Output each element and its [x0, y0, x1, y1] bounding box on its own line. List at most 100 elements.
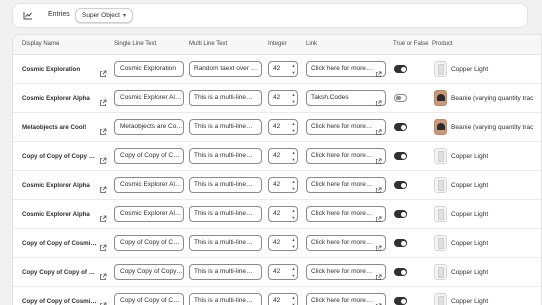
stepper-up-icon[interactable]: ▲ [292, 295, 296, 300]
display-name-cell[interactable]: Copy of Copy of Cosmic E… [22, 240, 98, 247]
column-header-integer[interactable]: Integer [268, 41, 287, 47]
single-line-text-field[interactable]: Cosmic Explorer Alpha [114, 177, 184, 193]
open-link-icon[interactable] [375, 181, 382, 194]
single-line-text-field[interactable]: Metaobjects are Cool! [114, 119, 184, 135]
single-line-text-field[interactable]: Copy of Copy of Copy o [114, 148, 184, 164]
stepper-up-icon[interactable]: ▲ [292, 63, 296, 68]
product-thumbnail[interactable] [434, 119, 447, 135]
multi-line-text-field[interactable]: This is a multi-line… [189, 206, 262, 222]
display-name-cell[interactable]: Copy of Copy of Cosmic E… [22, 298, 98, 305]
stepper-down-icon[interactable]: ▼ [292, 244, 296, 249]
link-field[interactable]: Click here for more i… [306, 293, 386, 305]
stepper-up-icon[interactable]: ▲ [292, 208, 296, 213]
link-field[interactable]: Click here for more i… [306, 148, 386, 164]
single-line-text-field[interactable]: Cosmic Exploration [114, 61, 184, 77]
open-entry-icon[interactable] [99, 94, 107, 106]
product-thumbnail[interactable] [434, 235, 447, 251]
link-field[interactable]: Click here for more i… [306, 61, 386, 77]
true-false-toggle[interactable] [394, 297, 407, 305]
open-link-icon[interactable] [375, 268, 382, 281]
column-header-single-line-text[interactable]: Single Line Text [114, 41, 156, 47]
stepper-down-icon[interactable]: ▼ [292, 186, 296, 191]
integer-stepper[interactable]: ▲ ▼ [291, 237, 296, 249]
column-header-product[interactable]: Product [432, 41, 453, 47]
product-name[interactable]: Copper Light [451, 66, 488, 73]
open-entry-icon[interactable] [99, 181, 107, 193]
multi-line-text-field[interactable]: This is a multi-line… [189, 235, 262, 251]
product-name[interactable]: Beanie (varying quantity trac [451, 124, 533, 131]
display-name-cell[interactable]: Cosmic Explorer Alpha [22, 211, 98, 218]
object-type-dropdown[interactable]: Super Object ▾ [75, 8, 133, 23]
single-line-text-field[interactable]: Cosmic Explorer Alpha [114, 206, 184, 222]
true-false-toggle[interactable] [394, 210, 407, 218]
column-header-multi-line-text[interactable]: Multi Line Text [189, 41, 227, 47]
display-name-cell[interactable]: Copy Copy of Copy of Cos… [22, 269, 98, 276]
table-row[interactable]: Cosmic Explorer Alpha Cosmic Explorer Alp… [13, 171, 541, 200]
link-field[interactable]: Click here for more i… [306, 177, 386, 193]
stepper-down-icon[interactable]: ▼ [292, 99, 296, 104]
true-false-toggle[interactable] [394, 268, 407, 276]
true-false-toggle[interactable] [394, 239, 407, 247]
single-line-text-field[interactable]: Copy Copy of Copy of [114, 264, 184, 280]
display-name-cell[interactable]: Cosmic Explorer Alpha [22, 95, 98, 102]
single-line-text-field[interactable]: Copy of Copy of Cosm [114, 293, 184, 305]
open-link-icon[interactable] [375, 239, 382, 252]
stepper-up-icon[interactable]: ▲ [292, 150, 296, 155]
product-name[interactable]: Copper Light [451, 211, 488, 218]
stepper-up-icon[interactable]: ▲ [292, 92, 296, 97]
stepper-up-icon[interactable]: ▲ [292, 179, 296, 184]
product-thumbnail[interactable] [434, 206, 447, 222]
link-field[interactable]: Click here for more i… [306, 235, 386, 251]
product-thumbnail[interactable] [434, 293, 447, 305]
integer-stepper[interactable]: ▲ ▼ [291, 295, 296, 305]
table-row[interactable]: Cosmic Explorer Alpha Cosmic Explorer Alp… [13, 84, 541, 113]
open-entry-icon[interactable] [99, 239, 107, 251]
open-link-icon[interactable] [375, 297, 382, 305]
multi-line-text-field[interactable]: This is a multi-line… [189, 293, 262, 305]
integer-stepper[interactable]: ▲ ▼ [291, 121, 296, 133]
table-row[interactable]: Copy of Copy of Cosmic E… Copy of Copy of… [13, 229, 541, 258]
product-name[interactable]: Copper Light [451, 240, 488, 247]
open-entry-icon[interactable] [99, 65, 107, 77]
column-header-display-name[interactable]: Display Name [22, 41, 59, 47]
display-name-cell[interactable]: Cosmic Explorer Alpha [22, 182, 98, 189]
multi-line-text-field[interactable]: This is a multi-line… [189, 90, 262, 106]
table-row[interactable]: Copy of Copy of Copy of … Copy of Copy of… [13, 142, 541, 171]
single-line-text-field[interactable]: Cosmic Explorer Alpha [114, 90, 184, 106]
open-entry-icon[interactable] [99, 152, 107, 164]
table-row[interactable]: Copy of Copy of Cosmic E… Copy of Copy of… [13, 287, 541, 305]
integer-stepper[interactable]: ▲ ▼ [291, 208, 296, 220]
stepper-down-icon[interactable]: ▼ [292, 273, 296, 278]
integer-stepper[interactable]: ▲ ▼ [291, 150, 296, 162]
product-thumbnail[interactable] [434, 148, 447, 164]
link-field[interactable]: Taksh.Codes [306, 90, 386, 106]
multi-line-text-field[interactable]: Random taext over m… [189, 61, 262, 77]
open-link-icon[interactable] [375, 94, 382, 107]
stepper-up-icon[interactable]: ▲ [292, 266, 296, 271]
column-header-true-or-false[interactable]: True or False [393, 41, 428, 47]
product-thumbnail[interactable] [434, 90, 447, 106]
true-false-toggle[interactable] [394, 181, 407, 189]
link-field[interactable]: Click here for more i… [306, 206, 386, 222]
product-thumbnail[interactable] [434, 264, 447, 280]
table-row[interactable]: Copy Copy of Copy of Cos… Copy Copy of Co… [13, 258, 541, 287]
product-thumbnail[interactable] [434, 61, 447, 77]
integer-stepper[interactable]: ▲ ▼ [291, 63, 296, 75]
product-name[interactable]: Beanie (varying quantity trac [451, 95, 533, 102]
product-name[interactable]: Copper Light [451, 182, 488, 189]
product-name[interactable]: Copper Light [451, 153, 488, 160]
link-field[interactable]: Click here for more i… [306, 264, 386, 280]
display-name-cell[interactable]: Copy of Copy of Copy of … [22, 153, 98, 160]
multi-line-text-field[interactable]: This is a multi-line… [189, 148, 262, 164]
open-entry-icon[interactable] [99, 210, 107, 222]
open-link-icon[interactable] [375, 152, 382, 165]
stepper-down-icon[interactable]: ▼ [292, 70, 296, 75]
open-entry-icon[interactable] [99, 123, 107, 135]
table-row[interactable]: Cosmic Exploration Cosmic Exploration Rand… [13, 55, 541, 84]
multi-line-text-field[interactable]: This is a multi-line… [189, 119, 262, 135]
integer-stepper[interactable]: ▲ ▼ [291, 179, 296, 191]
single-line-text-field[interactable]: Copy of Copy of Cosm [114, 235, 184, 251]
true-false-toggle[interactable] [394, 94, 407, 102]
true-false-toggle[interactable] [394, 123, 407, 131]
multi-line-text-field[interactable]: This is a multi-line… [189, 264, 262, 280]
